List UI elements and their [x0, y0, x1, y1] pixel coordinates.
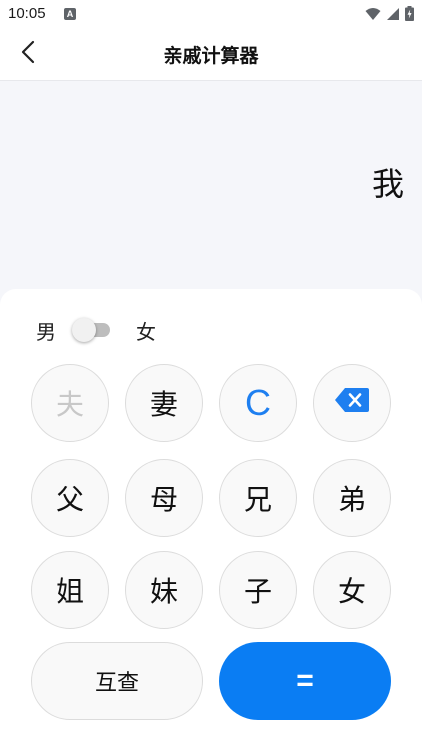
status-bar: 10:05 A [0, 0, 422, 28]
key-younger-sister[interactable]: 妹 [125, 551, 203, 629]
male-label: 男 [36, 319, 56, 344]
toggle-thumb [72, 318, 96, 342]
equals-button[interactable]: = [219, 642, 391, 720]
gender-toggle[interactable] [72, 317, 114, 343]
backspace-icon [334, 387, 370, 420]
wifi-icon [365, 6, 381, 25]
key-father[interactable]: 父 [31, 459, 109, 537]
key-daughter[interactable]: 女 [313, 551, 391, 629]
key-mother[interactable]: 母 [125, 459, 203, 537]
key-wife[interactable]: 妻 [125, 364, 203, 442]
status-icons [365, 6, 414, 25]
display-area: 我 [0, 81, 422, 311]
key-younger-brother[interactable]: 弟 [313, 459, 391, 537]
page-title: 亲戚计算器 [163, 45, 259, 67]
key-son[interactable]: 子 [219, 551, 297, 629]
key-backspace[interactable] [313, 364, 391, 442]
key-clear[interactable]: C [219, 364, 297, 442]
signal-icon [386, 6, 400, 25]
mutual-lookup-button[interactable]: 互查 [31, 642, 203, 720]
keypad-panel: 男 女 夫 妻 C 父 母 兄 弟 姐 妹 子 女 互查 = [0, 289, 422, 750]
gender-row: 男 女 [36, 317, 156, 344]
key-husband[interactable]: 夫 [31, 364, 109, 442]
female-label: 女 [136, 319, 156, 344]
screen: 10:05 A 亲戚计算器 我 男 女 夫 妻 C 父 母 兄 弟 姐 妹 子 … [0, 0, 422, 750]
key-elder-sister[interactable]: 姐 [31, 551, 109, 629]
notification-a-icon: A [64, 8, 76, 20]
battery-icon [405, 6, 414, 25]
key-elder-brother[interactable]: 兄 [219, 459, 297, 537]
app-bar: 亲戚计算器 [0, 28, 422, 81]
status-time: 10:05 [8, 5, 46, 22]
display-text: 我 [371, 165, 404, 203]
